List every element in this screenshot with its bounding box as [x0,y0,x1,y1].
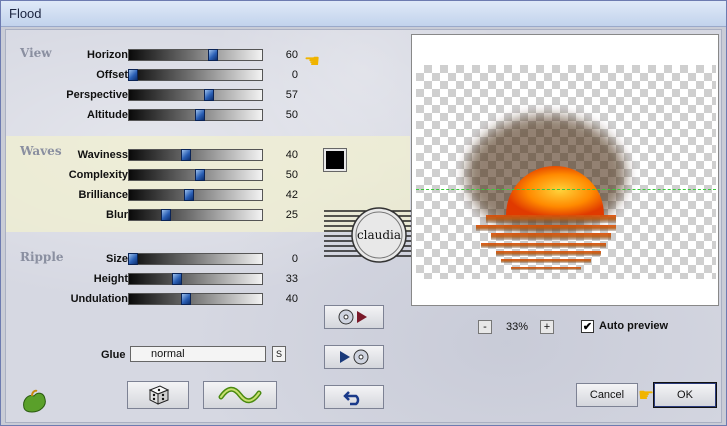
undulation-slider[interactable] [128,293,263,305]
slider-value[interactable]: 60 [268,48,298,62]
slider-thumb[interactable] [194,169,205,181]
size-slider[interactable] [128,253,263,265]
wave-icon [218,386,262,404]
slider-thumb[interactable] [181,149,192,161]
glue-select[interactable]: normal [130,346,266,362]
slider-row: Waviness 40 [6,148,306,162]
slider-thumb[interactable] [161,209,172,221]
slider-value[interactable]: 25 [268,208,298,222]
brilliance-slider[interactable] [128,189,263,201]
preview-panel[interactable] [411,34,719,306]
preview-image [466,115,626,270]
slider-row: Brilliance 42 [6,188,306,202]
view-section: View Horizon 60 Offset 0 Perspective 57 … [6,40,436,130]
slider-row: Complexity 50 [6,168,306,182]
height-slider[interactable] [128,273,263,285]
slider-row: Offset 0 [6,68,306,82]
slider-thumb[interactable] [128,253,138,265]
watermark-text: claudia [357,228,401,242]
undo-button[interactable] [324,385,384,409]
ok-button[interactable]: OK [653,382,717,408]
slider-thumb[interactable] [128,69,138,81]
slider-row: Height 33 [6,272,306,286]
window-title: Flood [9,6,42,21]
slider-label: Altitude [87,109,128,121]
slider-thumb[interactable] [183,189,194,201]
slider-value[interactable]: 42 [268,188,298,202]
title-bar: Flood [1,1,726,27]
slider-thumb[interactable] [171,273,182,285]
slider-value[interactable]: 0 [268,252,298,266]
slider-row: Altitude 50 [6,108,306,122]
slider-row: Horizon 60 [6,48,306,62]
slider-thumb[interactable] [194,109,205,121]
slider-label: Perspective [66,89,128,101]
slider-value[interactable]: 50 [268,108,298,122]
slider-value[interactable]: 57 [268,88,298,102]
reset-button[interactable] [203,381,277,409]
slider-value[interactable]: 33 [268,272,298,286]
slider-label: Horizon [87,49,128,61]
slider-label: Complexity [68,169,128,181]
slider-label: Brilliance [78,189,128,201]
auto-preview-checkbox[interactable]: ✔ [581,320,594,333]
slider-value[interactable]: 40 [268,292,298,306]
dice-icon [148,385,170,405]
auto-preview-label: Auto preview [599,320,669,332]
slider-thumb[interactable] [203,89,214,101]
color-swatch[interactable] [323,148,347,172]
slider-label: Waviness [77,149,128,161]
horizon-slider[interactable] [128,49,263,61]
disc-arrow-icon [338,309,367,325]
zoom-in-button[interactable]: + [540,320,554,334]
slider-row: Size 0 [6,252,306,266]
blur-slider[interactable] [128,209,263,221]
offset-slider[interactable] [128,69,263,81]
pointing-hand-icon: ☛ [638,385,655,405]
slider-label: Blur [106,209,128,221]
slider-label: Size [105,253,128,265]
waviness-slider[interactable] [128,149,263,161]
pointing-hand-icon: ☚ [304,51,321,71]
perspective-slider[interactable] [128,89,263,101]
slider-thumb[interactable] [207,49,218,61]
complexity-slider[interactable] [128,169,263,181]
dialog-panel: View Horizon 60 Offset 0 Perspective 57 … [5,29,722,423]
randomize-button[interactable] [127,381,189,409]
save-preset-button[interactable] [324,305,384,329]
flaming-pear-icon [23,389,46,413]
slider-label: Height [93,273,128,285]
slider-row: Undulation 40 [6,292,306,306]
slider-row: Perspective 57 [6,88,306,102]
zoom-out-button[interactable]: - [478,320,492,334]
altitude-slider[interactable] [128,109,263,121]
flood-dialog: Flood View Horizon 60 Offset 0 Perspecti… [0,0,727,426]
horizon-guide [416,189,716,190]
undo-arrow-icon [343,391,360,406]
arrow-disc-icon [340,349,369,365]
slider-label: Undulation [70,293,128,305]
slider-value[interactable]: 0 [268,68,298,82]
glue-label: Glue [101,349,126,361]
load-preset-button[interactable] [324,345,384,369]
slider-value[interactable]: 40 [268,148,298,162]
glue-s-button[interactable]: S [272,346,286,362]
cancel-button[interactable]: Cancel [576,383,638,407]
zoom-level: 33% [506,321,529,333]
slider-value[interactable]: 50 [268,168,298,182]
slider-row: Blur 25 [6,208,306,222]
slider-label: Offset [96,69,128,81]
slider-thumb[interactable] [181,293,192,305]
